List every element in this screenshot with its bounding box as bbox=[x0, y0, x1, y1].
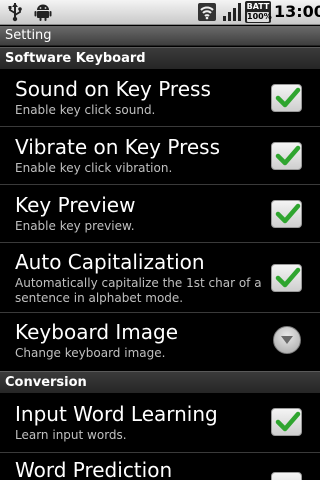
keyboard-image-dropdown-button[interactable] bbox=[273, 326, 301, 354]
status-time: 13:00 bbox=[274, 2, 320, 21]
pref-title: Key Preview bbox=[15, 193, 136, 217]
checkmark-icon bbox=[275, 411, 301, 432]
auto-capitalization-checkbox[interactable] bbox=[271, 264, 302, 292]
checkmark-icon bbox=[275, 267, 301, 288]
checkmark-icon bbox=[275, 145, 301, 166]
status-bar: BATT 100% 13:00 bbox=[0, 0, 320, 25]
battery-percent: 100% bbox=[247, 12, 272, 22]
pref-row-word-prediction[interactable]: Word Prediction bbox=[0, 453, 320, 480]
battery-label: BATT bbox=[246, 2, 270, 11]
wifi-icon bbox=[198, 3, 216, 21]
pref-title: Input Word Learning bbox=[15, 402, 218, 426]
pref-row-sound-on-key-press[interactable]: Sound on Key Press Enable key click soun… bbox=[0, 69, 320, 127]
battery-indicator: BATT 100% bbox=[245, 1, 272, 23]
pref-summary: Enable key click sound. bbox=[15, 103, 156, 117]
title-bar: Setting bbox=[0, 26, 320, 46]
android-debug-icon bbox=[34, 4, 52, 21]
pref-title: Word Prediction bbox=[15, 458, 173, 480]
settings-screen: BATT 100% 13:00 Setting Software Keyboar… bbox=[0, 0, 320, 480]
pref-title: Auto Capitalization bbox=[15, 250, 205, 274]
pref-row-keyboard-image[interactable]: Keyboard Image Change keyboard image. bbox=[0, 313, 320, 371]
pref-row-input-word-learning[interactable]: Input Word Learning Learn input words. bbox=[0, 393, 320, 453]
section-header-conversion: Conversion bbox=[0, 371, 320, 393]
pref-row-vibrate-on-key-press[interactable]: Vibrate on Key Press Enable key click vi… bbox=[0, 127, 320, 185]
pref-title: Sound on Key Press bbox=[15, 77, 211, 101]
vibrate-checkbox[interactable] bbox=[271, 142, 302, 170]
checkmark-icon bbox=[275, 203, 301, 224]
section-header-software-keyboard: Software Keyboard bbox=[0, 47, 320, 69]
pref-row-key-preview[interactable]: Key Preview Enable key preview. bbox=[0, 185, 320, 243]
section-header-label: Conversion bbox=[5, 375, 87, 390]
pref-summary: Change keyboard image. bbox=[15, 346, 166, 360]
page-title: Setting bbox=[5, 28, 52, 43]
pref-title: Vibrate on Key Press bbox=[15, 135, 220, 159]
pref-summary: Learn input words. bbox=[15, 428, 127, 442]
pref-summary: Automatically capitalize the 1st char of… bbox=[15, 276, 262, 305]
checkmark-icon bbox=[275, 87, 301, 108]
pref-summary: Enable key click vibration. bbox=[15, 161, 173, 175]
sound-checkbox[interactable] bbox=[271, 84, 302, 112]
input-word-learning-checkbox[interactable] bbox=[271, 408, 302, 436]
pref-title: Keyboard Image bbox=[15, 320, 179, 344]
pref-row-auto-capitalization[interactable]: Auto Capitalization Automatically capita… bbox=[0, 243, 320, 313]
key-preview-checkbox[interactable] bbox=[271, 200, 302, 228]
signal-icon bbox=[223, 3, 241, 21]
section-header-label: Software Keyboard bbox=[5, 51, 146, 66]
pref-summary: Enable key preview. bbox=[15, 219, 135, 233]
dropdown-arrow-icon bbox=[281, 336, 293, 344]
word-prediction-checkbox[interactable] bbox=[271, 472, 302, 480]
usb-icon bbox=[8, 3, 22, 22]
